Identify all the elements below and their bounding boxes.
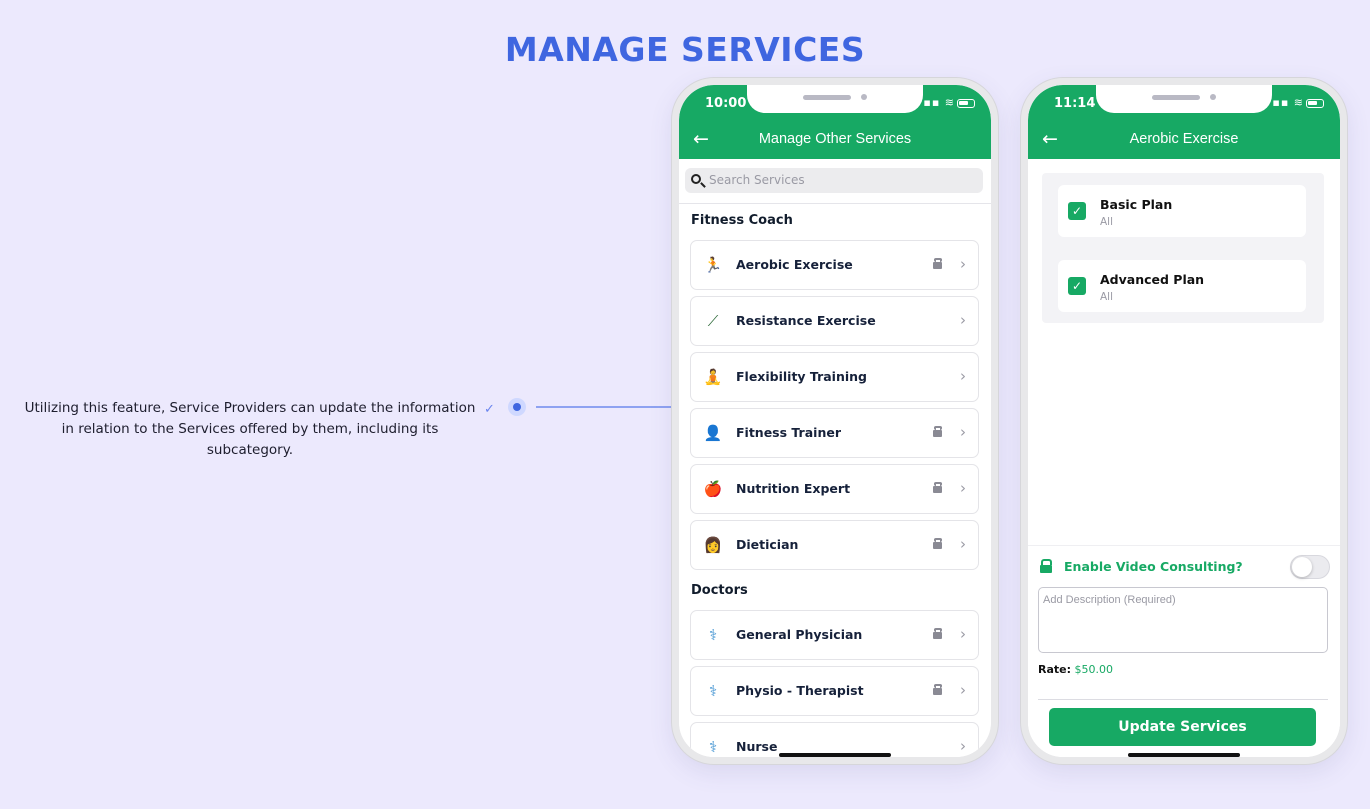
list-item-label: Fitness Trainer bbox=[736, 425, 841, 440]
location-arrow-icon: ➤ bbox=[1099, 96, 1111, 111]
home-indicator bbox=[1128, 753, 1240, 757]
home-indicator bbox=[779, 753, 891, 757]
plans-list: ✓ Basic Plan All ✓ Advanced Plan All bbox=[1042, 173, 1324, 323]
section-heading: Doctors bbox=[691, 583, 748, 598]
screen-title: Manage Other Services bbox=[758, 131, 912, 147]
list-item-label: Flexibility Training bbox=[736, 369, 867, 384]
phone-notch bbox=[1096, 85, 1272, 113]
stretching-icon: 🧘 bbox=[703, 368, 723, 386]
list-item-label: Nurse bbox=[736, 739, 778, 754]
trainer-icon: 👤 bbox=[703, 424, 723, 442]
chevron-right-icon: › bbox=[960, 681, 966, 699]
signal-icon: ▪▪ bbox=[923, 96, 941, 109]
page-title: MANAGE SERVICES bbox=[504, 30, 866, 69]
check-circle-icon: ✓ bbox=[484, 402, 495, 417]
plan-name: Advanced Plan bbox=[1100, 272, 1205, 287]
status-time: 10:00 bbox=[705, 96, 747, 111]
plan-item[interactable]: ✓ Advanced Plan All bbox=[1058, 260, 1306, 312]
physician-icon: ⚕ bbox=[708, 626, 718, 644]
chevron-right-icon: › bbox=[960, 625, 966, 643]
aerobic-icon: 🏃 bbox=[703, 256, 723, 274]
video-consulting-toggle[interactable] bbox=[1290, 555, 1330, 579]
list-item-label: General Physician bbox=[736, 627, 863, 642]
video-camera-icon bbox=[933, 482, 946, 493]
list-item[interactable]: 🏃 Aerobic Exercise › bbox=[690, 240, 979, 290]
divider bbox=[679, 203, 991, 204]
list-item[interactable]: 👤 Fitness Trainer › bbox=[690, 408, 979, 458]
list-item-label: Physio - Therapist bbox=[736, 683, 864, 698]
chevron-right-icon: › bbox=[960, 311, 966, 329]
divider bbox=[1038, 699, 1328, 700]
rate-label: Rate: bbox=[1038, 663, 1072, 676]
list-item[interactable]: ⚕ Physio - Therapist › bbox=[690, 666, 979, 716]
checkbox-checked[interactable]: ✓ bbox=[1068, 202, 1086, 220]
status-time: 11:14 ➤ bbox=[1054, 96, 1111, 111]
battery-icon bbox=[957, 98, 975, 108]
battery-icon bbox=[1306, 98, 1324, 108]
plan-subtitle: All bbox=[1100, 216, 1114, 228]
divider bbox=[1028, 545, 1340, 546]
search-placeholder: Search Services bbox=[709, 173, 805, 187]
chevron-right-icon: › bbox=[960, 479, 966, 497]
checkbox-checked[interactable]: ✓ bbox=[1068, 277, 1086, 295]
section-heading: Fitness Coach bbox=[691, 213, 793, 228]
phone-screen: 10:00 ▪▪ ≋ ← Manage Other Services Searc… bbox=[679, 85, 991, 757]
app-header: 11:14 ➤ ▪▪ ≋ ← Aerobic Exercise bbox=[1028, 85, 1340, 159]
phone-manage-services: 10:00 ▪▪ ≋ ← Manage Other Services Searc… bbox=[672, 78, 998, 764]
update-services-button[interactable]: Update Services bbox=[1049, 708, 1316, 746]
wifi-icon: ≋ bbox=[1293, 96, 1304, 109]
list-item-label: Aerobic Exercise bbox=[736, 257, 853, 272]
video-camera-icon bbox=[933, 258, 946, 269]
list-item[interactable]: 👩 Dietician › bbox=[690, 520, 979, 570]
video-camera-icon bbox=[1040, 559, 1056, 573]
phone-screen: 11:14 ➤ ▪▪ ≋ ← Aerobic Exercise ✓ Basic … bbox=[1028, 85, 1340, 757]
list-item-label: Resistance Exercise bbox=[736, 313, 876, 328]
rate-display: Rate: $50.00 bbox=[1038, 663, 1113, 676]
therapist-icon: ⚕ bbox=[708, 682, 718, 700]
annotation-marker bbox=[508, 398, 526, 416]
status-icons: ▪▪ ≋ bbox=[923, 96, 975, 109]
phone-notch bbox=[747, 85, 923, 113]
video-camera-icon bbox=[933, 628, 946, 639]
plan-item[interactable]: ✓ Basic Plan All bbox=[1058, 185, 1306, 237]
list-item[interactable]: 🍎 Nutrition Expert › bbox=[690, 464, 979, 514]
description-input[interactable]: Add Description (Required) bbox=[1038, 587, 1328, 653]
feature-annotation: Utilizing this feature, Service Provider… bbox=[24, 400, 476, 458]
rate-value: $50.00 bbox=[1074, 663, 1114, 676]
annotation-connector bbox=[536, 406, 676, 408]
video-camera-icon bbox=[933, 684, 946, 695]
list-item-label: Nutrition Expert bbox=[736, 481, 851, 496]
screen-title: Aerobic Exercise bbox=[1129, 131, 1239, 147]
video-consulting-label: Enable Video Consulting? bbox=[1064, 559, 1243, 574]
chevron-right-icon: › bbox=[960, 367, 966, 385]
nurse-icon: ⚕ bbox=[708, 738, 718, 756]
video-camera-icon bbox=[933, 426, 946, 437]
nutrition-icon: 🍎 bbox=[703, 480, 723, 498]
status-icons: ▪▪ ≋ bbox=[1272, 96, 1324, 109]
list-item[interactable]: ⚕ General Physician › bbox=[690, 610, 979, 660]
resistance-band-icon: ⟋ bbox=[707, 312, 719, 330]
signal-icon: ▪▪ bbox=[1272, 96, 1290, 109]
phone-service-detail: 11:14 ➤ ▪▪ ≋ ← Aerobic Exercise ✓ Basic … bbox=[1021, 78, 1347, 764]
chevron-right-icon: › bbox=[960, 255, 966, 273]
list-item[interactable]: ⚕ Nurse › bbox=[690, 722, 979, 757]
search-icon bbox=[691, 174, 701, 184]
video-camera-icon bbox=[933, 538, 946, 549]
description-placeholder: Add Description (Required) bbox=[1043, 594, 1176, 606]
list-item[interactable]: ⟋ Resistance Exercise › bbox=[690, 296, 979, 346]
list-item-label: Dietician bbox=[736, 537, 799, 552]
chevron-right-icon: › bbox=[960, 423, 966, 441]
search-input[interactable]: Search Services bbox=[685, 168, 983, 193]
app-header: 10:00 ▪▪ ≋ ← Manage Other Services bbox=[679, 85, 991, 159]
chevron-right-icon: › bbox=[960, 535, 966, 553]
plan-name: Basic Plan bbox=[1100, 197, 1173, 212]
plan-subtitle: All bbox=[1100, 291, 1114, 303]
dietician-icon: 👩 bbox=[703, 536, 723, 554]
list-item[interactable]: 🧘 Flexibility Training › bbox=[690, 352, 979, 402]
chevron-right-icon: › bbox=[960, 737, 966, 755]
wifi-icon: ≋ bbox=[944, 96, 955, 109]
